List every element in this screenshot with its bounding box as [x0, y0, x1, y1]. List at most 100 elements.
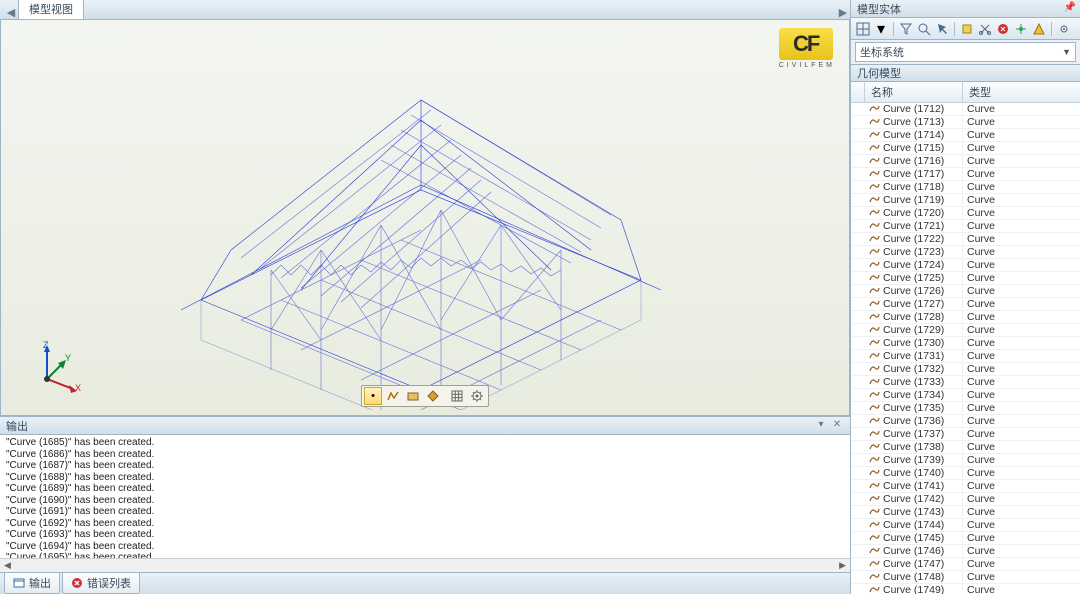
table-row[interactable]: Curve (1746)Curve [851, 545, 1080, 558]
curve-icon [869, 415, 880, 427]
toolbar-dropdown-icon[interactable]: ▾ [873, 21, 889, 37]
table-row[interactable]: Curve (1743)Curve [851, 506, 1080, 519]
table-row[interactable]: Curve (1748)Curve [851, 571, 1080, 584]
toolbar-warn-icon[interactable] [1031, 21, 1047, 37]
chevron-down-icon: ▼ [1062, 47, 1071, 57]
entity-type-cell: Curve [963, 428, 1080, 440]
view-mode-toolbar: • [361, 385, 489, 407]
toolbar-select-icon[interactable] [934, 21, 950, 37]
entity-type-cell: Curve [963, 142, 1080, 154]
entity-panel-pin-icon[interactable]: 📌 [1064, 2, 1076, 13]
table-row[interactable]: Curve (1736)Curve [851, 415, 1080, 428]
toolbar-cut-icon[interactable] [977, 21, 993, 37]
table-row[interactable]: Curve (1723)Curve [851, 246, 1080, 259]
geometry-section-header[interactable]: 几何模型 [851, 64, 1080, 82]
table-row[interactable]: Curve (1712)Curve [851, 103, 1080, 116]
curve-icon [869, 285, 880, 297]
tab-error-list[interactable]: 错误列表 [62, 573, 140, 594]
table-row[interactable]: Curve (1735)Curve [851, 402, 1080, 415]
table-row[interactable]: Curve (1724)Curve [851, 259, 1080, 272]
entity-name-text: Curve (1725) [883, 272, 944, 284]
curve-icon [869, 155, 880, 167]
table-row[interactable]: Curve (1742)Curve [851, 493, 1080, 506]
table-row[interactable]: Curve (1713)Curve [851, 116, 1080, 129]
table-row[interactable]: Curve (1725) Curve [851, 272, 1080, 285]
entity-table[interactable]: 名称 类型 Curve (1712)CurveCurve (1713)Curve… [851, 82, 1080, 594]
table-row[interactable]: Curve (1718)Curve [851, 181, 1080, 194]
table-row[interactable]: Curve (1747)Curve [851, 558, 1080, 571]
table-row[interactable]: Curve (1720)Curve [851, 207, 1080, 220]
toolbar-grid-icon[interactable] [855, 21, 871, 37]
table-row[interactable]: Curve (1739)Curve [851, 454, 1080, 467]
table-row[interactable]: Curve (1738)Curve [851, 441, 1080, 454]
toolbar-settings-icon[interactable] [1056, 21, 1072, 37]
output-close-icon[interactable]: ✕ [830, 419, 844, 433]
table-row[interactable]: Curve (1729)Curve [851, 324, 1080, 337]
tab-model-view[interactable]: 模型视图 [18, 0, 84, 19]
output-pin-icon[interactable]: ▾ [814, 419, 828, 433]
curve-icon [869, 558, 880, 570]
entity-name-text: Curve (1742) [883, 493, 944, 505]
table-row[interactable]: Curve (1749)Curve [851, 584, 1080, 594]
entity-type-cell: Curve [963, 181, 1080, 193]
table-row[interactable]: Curve (1726)Curve [851, 285, 1080, 298]
toolbar-delete-icon[interactable] [995, 21, 1011, 37]
viewport-tab-bar: ◀ 模型视图 ▶ [0, 0, 850, 20]
table-row[interactable]: Curve (1731)Curve [851, 350, 1080, 363]
toolbar-filter-icon[interactable] [898, 21, 914, 37]
toolbar-node-icon[interactable] [1013, 21, 1029, 37]
output-line: "Curve (1694)" has been created. [6, 541, 844, 553]
table-row[interactable]: Curve (1741)Curve [851, 480, 1080, 493]
table-row[interactable]: Curve (1733)Curve [851, 376, 1080, 389]
table-row[interactable]: Curve (1716)Curve [851, 155, 1080, 168]
view-mode-settings[interactable] [468, 387, 486, 405]
table-row[interactable]: Curve (1734)Curve [851, 389, 1080, 402]
table-row[interactable]: Curve (1721)Curve [851, 220, 1080, 233]
table-row[interactable]: Curve (1732)Curve [851, 363, 1080, 376]
view-mode-wireframe[interactable] [384, 387, 402, 405]
entity-name-cell: Curve (1712) [865, 103, 963, 115]
entity-name-cell: Curve (1720) [865, 207, 963, 219]
model-viewport[interactable]: CF CIVILFEM [0, 20, 850, 416]
entity-name-text: Curve (1726) [883, 285, 944, 297]
view-mode-grid[interactable] [448, 387, 466, 405]
curve-icon [869, 389, 880, 401]
entity-type-cell: Curve [963, 272, 1080, 284]
output-hscroll[interactable]: ◀ ▶ [0, 558, 850, 572]
entity-type-cell: Curve [963, 350, 1080, 362]
entity-name-cell: Curve (1734) [865, 389, 963, 401]
table-row[interactable]: Curve (1728)Curve [851, 311, 1080, 324]
table-row[interactable]: Curve (1745)Curve [851, 532, 1080, 545]
tab-next-arrow[interactable]: ▶ [836, 6, 850, 19]
curve-icon [869, 181, 880, 193]
entity-type-cell: Curve [963, 246, 1080, 258]
output-log[interactable]: "Curve (1685)" has been created."Curve (… [0, 435, 850, 558]
coord-system-dropdown[interactable]: 坐标系统 ▼ [855, 42, 1076, 62]
table-row[interactable]: Curve (1722)Curve [851, 233, 1080, 246]
table-row[interactable]: Curve (1730)Curve [851, 337, 1080, 350]
tab-output[interactable]: 输出 [4, 573, 60, 594]
table-row[interactable]: Curve (1719)Curve [851, 194, 1080, 207]
table-row[interactable]: Curve (1740)Curve [851, 467, 1080, 480]
table-row[interactable]: Curve (1744)Curve [851, 519, 1080, 532]
column-type[interactable]: 类型 [963, 82, 1080, 102]
view-mode-point[interactable]: • [364, 387, 382, 405]
coord-system-value: 坐标系统 [860, 44, 904, 60]
column-name[interactable]: 名称 [865, 82, 963, 102]
table-row[interactable]: Curve (1727)Curve [851, 298, 1080, 311]
entity-name-cell: Curve (1749) [865, 584, 963, 594]
curve-icon [869, 272, 880, 284]
entity-name-cell: Curve (1729) [865, 324, 963, 336]
view-mode-shaded[interactable] [424, 387, 442, 405]
toolbar-search-icon[interactable] [916, 21, 932, 37]
curve-icon [869, 467, 880, 479]
view-mode-hidden-line[interactable] [404, 387, 422, 405]
table-row[interactable]: Curve (1714)Curve [851, 129, 1080, 142]
table-row[interactable]: Curve (1717)Curve [851, 168, 1080, 181]
table-row[interactable]: Curve (1737)Curve [851, 428, 1080, 441]
entity-name-text: Curve (1727) [883, 298, 944, 310]
toolbar-highlight-icon[interactable] [959, 21, 975, 37]
tab-prev-arrow[interactable]: ◀ [4, 6, 18, 19]
table-row[interactable]: Curve (1715)Curve [851, 142, 1080, 155]
entity-name-cell: Curve (1726) [865, 285, 963, 297]
